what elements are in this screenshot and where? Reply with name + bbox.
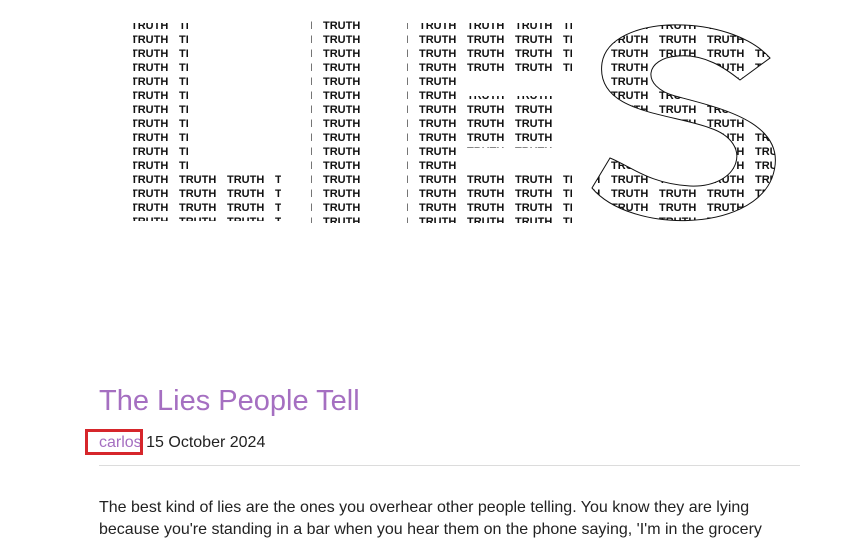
letter-e (407, 23, 572, 223)
author-link[interactable]: carlos (85, 429, 146, 455)
hero-image: TRUTH (130, 18, 780, 228)
divider (99, 465, 800, 466)
letter-i (311, 18, 371, 223)
post-title[interactable]: The Lies People Tell (99, 383, 360, 419)
post-body: The best kind of lies are the ones you o… (99, 497, 799, 541)
post-date: 15 October 2024 (146, 434, 266, 451)
body-line: The best kind of lies are the ones you o… (99, 499, 750, 516)
body-line: because you're standing in a bar when yo… (99, 521, 762, 538)
letter-s (591, 24, 776, 221)
highlight-box (85, 429, 143, 455)
post-meta: carlos 15 October 2024 (85, 429, 266, 455)
letter-l (133, 23, 281, 221)
